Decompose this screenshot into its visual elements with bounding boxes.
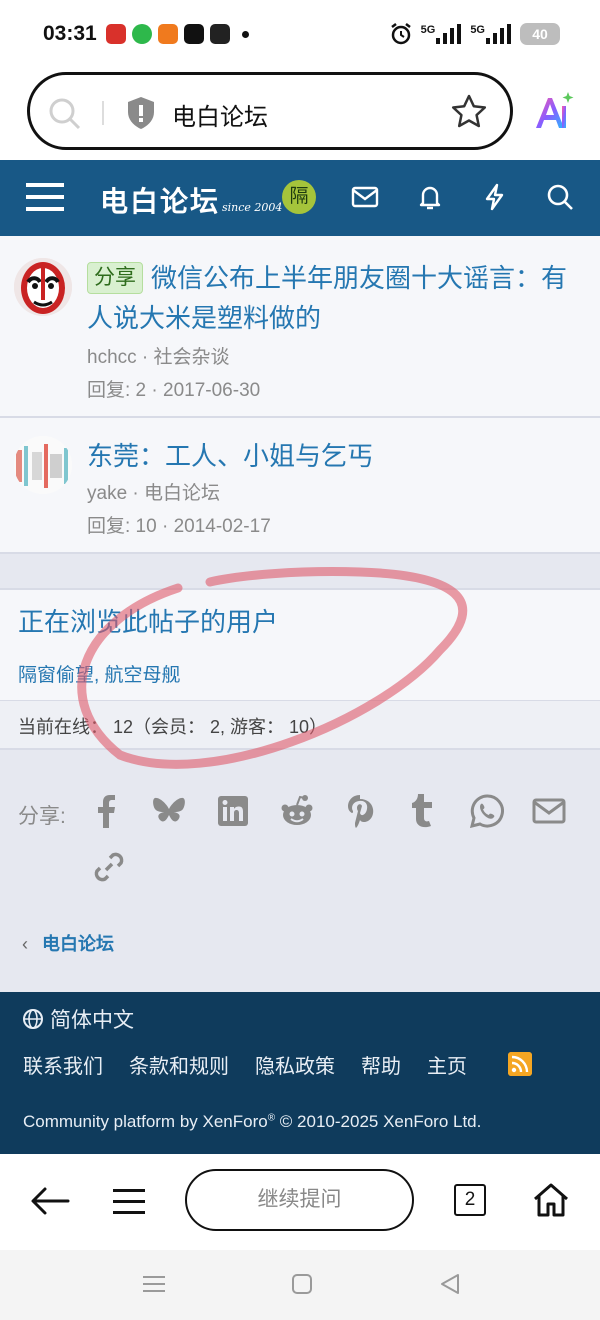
linkedin-icon[interactable] — [218, 796, 248, 826]
network-5g-1: 5G — [421, 24, 463, 44]
address-divider — [102, 101, 104, 125]
thread-avatar[interactable] — [14, 258, 72, 316]
footer-link-terms[interactable]: 条款和规则 — [129, 1050, 229, 1079]
ai-assistant-icon[interactable] — [530, 90, 574, 134]
rss-icon[interactable] — [508, 1052, 532, 1076]
banner-avatar — [14, 436, 72, 494]
breadcrumb-label[interactable]: 电白论坛 — [42, 934, 114, 954]
thread-tag[interactable]: 分享 — [87, 262, 143, 294]
address-bar[interactable]: 电白论坛 — [27, 72, 513, 150]
back-arrow-icon[interactable] — [30, 1186, 70, 1216]
thread-stats: 回复: 2 · 2017-06-30 — [87, 380, 261, 401]
viewers-users[interactable]: 隔窗偷望, 航空母舰 — [18, 660, 181, 687]
email-icon[interactable] — [532, 798, 566, 824]
menu-icon[interactable] — [113, 1186, 145, 1216]
copyright-reg: ® — [267, 1112, 276, 1124]
whatsapp-icon[interactable] — [470, 794, 504, 828]
notification-icons — [106, 24, 249, 44]
hamburger-menu-icon[interactable] — [26, 180, 64, 214]
continue-ask-button[interactable]: 继续提问 — [185, 1169, 414, 1231]
status-time: 03:31 — [43, 22, 97, 45]
breadcrumb[interactable]: ‹ 电白论坛 — [22, 930, 114, 956]
battery-indicator: 40 — [520, 23, 560, 45]
reddit-icon[interactable] — [280, 794, 314, 828]
bookmark-star-icon[interactable] — [450, 93, 488, 131]
pinterest-icon[interactable] — [346, 794, 374, 828]
footer-links: 联系我们 条款和规则 隐私政策 帮助 主页 — [23, 1050, 467, 1079]
forum-logo-text: 电白论坛 — [100, 185, 221, 218]
status-bar: 03:31 5G 5G 40 — [0, 0, 600, 72]
network-5g-2: 5G — [470, 24, 512, 44]
thread-item[interactable]: 东莞：工人、小姐与乞丐 yake · 电白论坛 回复: 10 · 2014-02… — [0, 418, 600, 554]
thread-title[interactable]: 分享 微信公布上半年朋友圈十大谣言：有人说大米是塑料做的 — [87, 258, 580, 338]
alarm-icon — [390, 23, 411, 45]
online-stats: 当前在线： 12（会员： 2, 游客： 10） — [0, 700, 600, 750]
language-chooser[interactable]: 简体中文 — [22, 1004, 134, 1034]
home-icon[interactable] — [532, 1182, 570, 1218]
system-icons: 5G 5G 40 — [389, 22, 560, 46]
page-content: 分享 微信公布上半年朋友圈十大谣言：有人说大米是塑料做的 hchcc · 社会杂谈… — [0, 236, 600, 992]
address-text[interactable]: 电白论坛 — [172, 97, 268, 132]
tiktok-icon — [184, 24, 204, 44]
forum-header: 电白论坛 since 2004 隔 — [0, 160, 600, 236]
thread-avatar[interactable] — [14, 436, 72, 494]
more-notifications-dot — [242, 30, 249, 38]
shield-icon[interactable] — [124, 95, 158, 131]
signal-icon — [486, 24, 511, 44]
forum-logo[interactable]: 电白论坛 since 2004 — [100, 180, 282, 220]
thread-author-forum[interactable]: hchcc · 社会杂谈 — [87, 342, 230, 369]
browser-bottom-nav: 继续提问 2 — [0, 1154, 600, 1250]
recent-apps-icon[interactable] — [143, 1274, 165, 1294]
thread-item[interactable]: 分享 微信公布上半年朋友圈十大谣言：有人说大米是塑料做的 hchcc · 社会杂谈… — [0, 236, 600, 418]
online-text: 当前在线： 12（会员： 2, 游客： 10） — [18, 717, 328, 737]
search-icon[interactable] — [545, 182, 575, 212]
thread-stats: 回复: 10 · 2014-02-17 — [87, 516, 271, 537]
tumblr-icon[interactable] — [410, 794, 436, 828]
search-icon[interactable] — [46, 95, 84, 133]
inbox-icon[interactable] — [350, 182, 380, 212]
home-square-icon[interactable] — [291, 1273, 313, 1295]
language-label[interactable]: 简体中文 — [50, 1004, 134, 1034]
signal-icon — [436, 24, 462, 44]
browser-toolbar: 电白论坛 — [0, 72, 600, 160]
user-avatar[interactable]: 隔 — [282, 180, 316, 214]
opera-mask-avatar — [14, 258, 72, 316]
viewers-title: 正在浏览此帖子的用户 — [18, 607, 279, 637]
thread-title-text[interactable]: 微信公布上半年朋友圈十大谣言：有人说大米是塑料做的 — [87, 263, 567, 333]
viewers-block: 正在浏览此帖子的用户 隔窗偷望, 航空母舰 — [0, 588, 600, 700]
forum-footer: 简体中文 联系我们 条款和规则 隐私政策 帮助 主页 Community pla… — [0, 992, 600, 1154]
thread-title[interactable]: 东莞：工人、小姐与乞丐 — [87, 436, 580, 476]
bluesky-icon[interactable] — [152, 796, 186, 826]
share-label: 分享: — [18, 805, 66, 828]
system-nav-bar — [0, 1250, 600, 1320]
link-icon[interactable] — [92, 850, 126, 884]
footer-link-home[interactable]: 主页 — [427, 1050, 467, 1079]
forum-logo-since: since 2004 — [222, 201, 283, 214]
chevron-left-icon: ‹ — [22, 934, 28, 954]
globe-icon — [23, 1009, 43, 1029]
copyright-suffix: © 2010-2025 XenForo Ltd. — [275, 1112, 482, 1131]
capcut-icon — [210, 24, 230, 44]
thread-author-forum[interactable]: yake · 电白论坛 — [87, 478, 220, 505]
news-app-icon — [106, 24, 126, 44]
copyright-prefix[interactable]: Community platform by XenForo — [23, 1112, 268, 1131]
footer-link-privacy[interactable]: 隐私政策 — [255, 1050, 335, 1079]
copyright-text[interactable]: Community platform by XenForo® © 2010-20… — [23, 1112, 481, 1132]
tabs-button[interactable]: 2 — [454, 1184, 486, 1216]
facebook-icon[interactable] — [94, 794, 118, 828]
game-app-icon — [158, 24, 178, 44]
security-app-icon — [132, 24, 152, 44]
back-triangle-icon[interactable] — [440, 1273, 460, 1295]
bolt-icon[interactable] — [480, 182, 510, 212]
bell-icon[interactable] — [415, 182, 445, 212]
footer-link-contact[interactable]: 联系我们 — [23, 1050, 103, 1079]
footer-link-help[interactable]: 帮助 — [361, 1050, 401, 1079]
